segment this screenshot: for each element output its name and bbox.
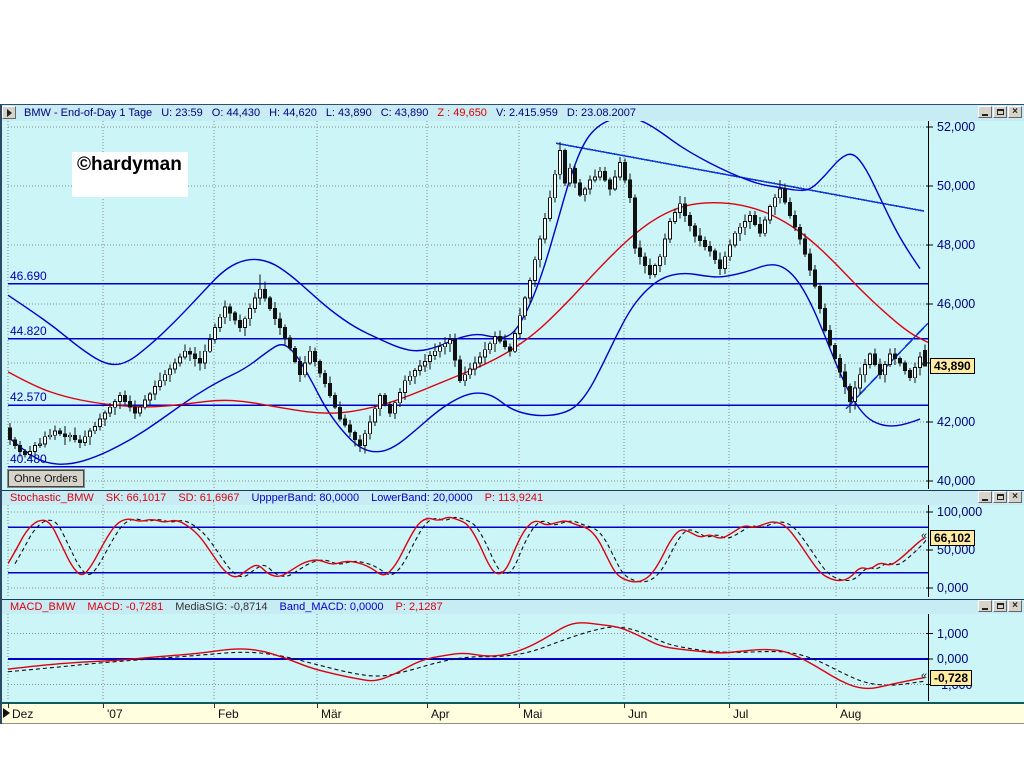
time-axis-pointer-icon <box>3 708 10 718</box>
tag-pointer-icon: « <box>921 670 927 682</box>
macd-value-tag: -0,728 <box>930 670 972 686</box>
header-segment: U: 23:59 <box>161 107 203 119</box>
moving-average-line <box>8 203 928 413</box>
close-icon: × <box>1009 600 1021 612</box>
window-left-border <box>0 104 2 724</box>
stochastic-axis-label: 0,000 <box>937 581 968 595</box>
macd-axis-label: 1,000 <box>937 627 968 641</box>
month-tick <box>8 703 9 708</box>
header-segment: MediaSIG: -0,8714 <box>175 601 267 613</box>
stochastic-axis-label: 100,000 <box>937 505 982 519</box>
minimize-icon <box>982 608 988 610</box>
month-tick <box>729 703 730 708</box>
right-triangle-icon <box>7 109 12 117</box>
last-price-tag: 43,890 <box>930 358 975 374</box>
lower-band-line <box>8 265 920 464</box>
support-line-label: 42.570 <box>10 390 47 404</box>
macd-header: MACD_BMW MACD: -0,7281 MediaSIG: -0,8714 Ba… <box>0 599 1024 614</box>
macd-signal-line <box>8 627 925 685</box>
maximize-button[interactable] <box>993 106 1007 118</box>
maximize-button[interactable] <box>993 491 1007 503</box>
close-button[interactable]: × <box>1008 600 1022 612</box>
header-segment: MACD_BMW <box>10 601 75 613</box>
header-segment: LowerBand: 20,0000 <box>371 492 473 504</box>
macd-header-text: MACD_BMW MACD: -0,7281 MediaSIG: -0,8714 Ba… <box>10 601 455 613</box>
maximize-icon <box>997 603 1004 609</box>
month-label-jul: Jul <box>733 707 748 721</box>
tag-pointer-icon: « <box>921 530 927 542</box>
header-segment: BMW - End-of-Day 1 Tage <box>24 107 152 119</box>
maximize-button[interactable] <box>993 600 1007 612</box>
header-segment: SD: 61,6967 <box>178 492 239 504</box>
month-tick <box>317 703 318 708</box>
header-segment: V: 2.415.959 <box>496 107 558 119</box>
maximize-icon <box>997 109 1004 115</box>
application: BMW - End-of-Day 1 Tage U: 23:59 O: 44,430… <box>0 0 1024 768</box>
header-segment: O: 44,430 <box>212 107 260 119</box>
month-label-mär: Mär <box>321 707 342 721</box>
header-segment: Stochastic_BMW <box>10 492 94 504</box>
header-segment: P: 2,1287 <box>396 601 443 613</box>
month-label-feb: Feb <box>218 707 239 721</box>
header-segment: SK: 66,1017 <box>106 492 167 504</box>
close-icon: × <box>1009 106 1021 118</box>
header-segment: C: 43,890 <box>381 107 429 119</box>
header-segment: UppperBand: 80,0000 <box>251 492 359 504</box>
header-segment: H: 44,620 <box>269 107 317 119</box>
support-line-label: 44.820 <box>10 324 47 338</box>
header-segment: Z : 49,650 <box>437 107 487 119</box>
orders-button[interactable]: Ohne Orders <box>8 470 84 487</box>
header-segment: L: 43,890 <box>326 107 372 119</box>
support-line-label: 40.480 <box>10 452 47 466</box>
macd-window-controls: × <box>978 600 1022 612</box>
month-label-jun: Jun <box>628 707 647 721</box>
month-label-mai: Mai <box>523 707 542 721</box>
month-tick <box>624 703 625 708</box>
minimize-button[interactable] <box>978 600 992 612</box>
month-label-apr: Apr <box>431 707 450 721</box>
stochastic-header-text: Stochastic_BMW SK: 66,1017 SD: 61,6967 Uppp… <box>10 492 555 504</box>
month-tick <box>836 703 837 708</box>
stochastic-window-controls: × <box>978 491 1022 503</box>
price-axis-label: 40,000 <box>937 474 975 488</box>
minimize-button[interactable] <box>978 491 992 503</box>
support-line-label: 46.690 <box>10 269 47 283</box>
month-tick <box>519 703 520 708</box>
macd-line <box>8 623 925 689</box>
close-button[interactable]: × <box>1008 106 1022 118</box>
header-segment: D: 23.08.2007 <box>567 107 636 119</box>
month-label-'07: '07 <box>107 707 123 721</box>
chart-title: BMW - End-of-Day 1 Tage U: 23:59 O: 44,430… <box>24 107 645 119</box>
month-label-aug: Aug <box>840 707 861 721</box>
header-segment: MACD: -0,7281 <box>87 601 163 613</box>
header-segment: Band_MACD: 0,0000 <box>280 601 384 613</box>
price-axis-label: 50,000 <box>937 179 975 193</box>
month-tick <box>214 703 215 708</box>
minimize-icon <box>982 114 988 116</box>
price-axis-label: 48,000 <box>937 238 975 252</box>
stochastic-value-tag: 66,102 <box>930 530 975 546</box>
chart-menu-button[interactable] <box>2 106 16 119</box>
price-axis-label: 42,000 <box>937 415 975 429</box>
month-tick <box>427 703 428 708</box>
minimize-button[interactable] <box>978 106 992 118</box>
price-axis-label: 46,000 <box>937 297 975 311</box>
month-tick <box>103 703 104 708</box>
macd-axis-label: 0,000 <box>937 652 968 666</box>
close-icon: × <box>1009 491 1021 503</box>
month-label-dez: Dez <box>12 707 33 721</box>
maximize-icon <box>997 494 1004 500</box>
tag-pointer-icon: « <box>921 358 927 370</box>
close-button[interactable]: × <box>1008 491 1022 503</box>
header-segment: P: 113,9241 <box>485 492 544 504</box>
watermark: ©hardyman <box>72 152 188 197</box>
main-window-controls: × <box>978 106 1022 118</box>
price-axis-label: 52,000 <box>937 120 975 134</box>
stochastic-header: Stochastic_BMW SK: 66,1017 SD: 61,6967 Uppp… <box>0 490 1024 505</box>
minimize-icon <box>982 499 988 501</box>
